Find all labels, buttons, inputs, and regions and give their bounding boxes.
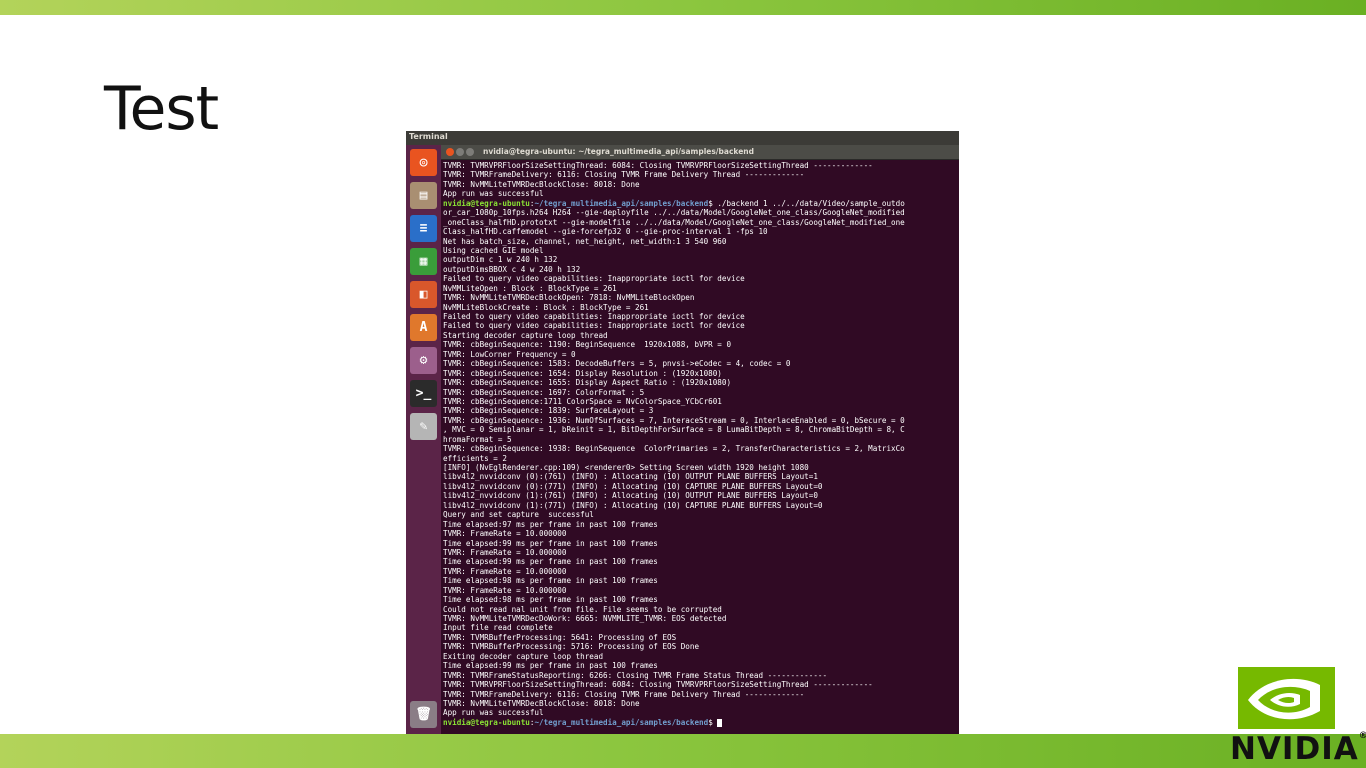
maximize-icon[interactable] — [466, 148, 474, 156]
terminal-line: _oneClass_halfHD.prototxt --gie-modelfil… — [443, 217, 905, 227]
terminal-line: TVMR: TVMRBufferProcessing: 5716: Proces… — [443, 642, 700, 652]
terminal-line: libv4l2_nvvidconv (0):(761) (INFO) : All… — [443, 472, 818, 482]
unity-launcher: ◎ ▤ ≡ ▦ ◧ A ⚙ >_ ✎ 🗑 — [406, 145, 441, 734]
terminal-line: TVMR: NvMMLiteTVMRDecBlockClose: 8018: D… — [443, 698, 640, 708]
terminal-line: NvMMLiteOpen : Block : BlockType = 261 — [443, 283, 617, 293]
terminal-line: TVMR: TVMRFrameDelivery: 6116: Closing T… — [443, 170, 805, 180]
terminal-line: Net has batch_size, channel, net_height,… — [443, 236, 727, 246]
terminal-line: App run was successful — [443, 189, 544, 199]
terminal-line: Query and set capture successful — [443, 510, 594, 520]
terminal-line: [INFO] (NvEglRenderer.cpp:109) <renderer… — [443, 463, 809, 472]
bottom-accent-bar — [0, 734, 1366, 768]
terminal-line: TVMR: cbBeginSequence: 1936: NumOfSurfac… — [443, 415, 905, 425]
files-icon[interactable]: ▤ — [410, 182, 437, 209]
terminal-line: Starting decoder capture loop thread — [443, 330, 608, 340]
impress-icon[interactable]: ◧ — [410, 281, 437, 308]
terminal-line: Could not read nal unit from file. File … — [443, 604, 722, 614]
terminal-line: libv4l2_nvvidconv (1):(771) (INFO) : All… — [443, 500, 823, 510]
terminal-line: TVMR: cbBeginSequence: 1938: BeginSequen… — [443, 444, 905, 454]
prompt-path: ~/tegra_multimedia_api/samples/backend — [534, 198, 709, 208]
prompt-user: nvidia@tegra-ubuntu — [443, 717, 530, 727]
trash-icon[interactable]: 🗑 — [410, 701, 437, 728]
terminal-line: Failed to query video capabilities: Inap… — [443, 312, 745, 321]
prompt-user: nvidia@tegra-ubuntu — [443, 198, 530, 208]
terminal-window[interactable]: nvidia@tegra-ubuntu: ~/tegra_multimedia_… — [441, 145, 959, 734]
terminal-line: TVMR: FrameRate = 10.000000 — [443, 566, 567, 576]
terminal-line: TVMR: TVMRBufferProcessing: 5641: Proces… — [443, 632, 677, 642]
close-icon[interactable] — [446, 148, 454, 156]
terminal-window-title: nvidia@tegra-ubuntu: ~/tegra_multimedia_… — [483, 147, 755, 156]
terminal-line: Time elapsed:99 ms per frame in past 100… — [443, 557, 658, 567]
calc-icon[interactable]: ▦ — [410, 248, 437, 275]
terminal-line: Time elapsed:99 ms per frame in past 100… — [443, 538, 658, 548]
terminal-line: TVMR: cbBeginSequence: 1654: Display Res… — [443, 368, 722, 378]
terminal-line: TVMR: TVMRVPRFloorSizeSettingThread: 608… — [443, 680, 873, 690]
terminal-line: , MVC = 0 Semiplanar = 1, bReinit = 1, B… — [443, 425, 905, 435]
terminal-line: App run was successful — [443, 708, 544, 718]
terminal-line: Time elapsed:99 ms per frame in past 100… — [443, 661, 658, 671]
terminal-line: TVMR: FrameRate = 10.000000 — [443, 585, 567, 595]
terminal-line: Failed to query video capabilities: Inap… — [443, 321, 745, 331]
terminal-line: Class_halfHD.caffemodel --gie-forcefp32 … — [443, 227, 768, 237]
terminal-output[interactable]: TVMR: TVMRVPRFloorSizeSettingThread: 608… — [443, 161, 957, 733]
terminal-line: nvidia@tegra-ubuntu:~/tegra_multimedia_a… — [443, 199, 957, 208]
terminal-line: outputDimsBBOX c 4 w 240 h 132 — [443, 264, 581, 274]
terminal-line: nvidia@tegra-ubuntu:~/tegra_multimedia_a… — [443, 718, 957, 727]
command-text: $ — [708, 717, 718, 727]
command-text: $ ./backend 1 ../../data/Video/sample_ou… — [708, 198, 905, 208]
terminal-line: TVMR: TVMRFrameStatusReporting: 6266: Cl… — [443, 670, 828, 680]
terminal-line: efficients = 2 — [443, 453, 508, 463]
terminal-line: Input file read complete — [443, 623, 553, 633]
terminal-line: TVMR: cbBeginSequence: 1190: BeginSequen… — [443, 340, 732, 350]
nvidia-wordmark: NVIDIA® — [1230, 731, 1366, 767]
system-settings-icon[interactable]: ⚙ — [410, 347, 437, 374]
terminal-line: libv4l2_nvvidconv (0):(771) (INFO) : All… — [443, 481, 823, 491]
terminal-line: TVMR: TVMRVPRFloorSizeSettingThread: 608… — [443, 161, 873, 170]
terminal-line: TVMR: cbBeginSequence: 1839: SurfaceLayo… — [443, 406, 654, 416]
terminal-line: or_car_1080p_10fps.h264 H264 --gie-deplo… — [443, 208, 905, 218]
software-center-icon[interactable]: A — [410, 314, 437, 341]
terminal-line: TVMR: cbBeginSequence: 1583: DecodeBuffe… — [443, 359, 791, 369]
terminal-line: TVMR: LowCorner Frequency = 0 — [443, 349, 576, 359]
terminal-line: outputDim c 1 w 240 h 132 — [443, 255, 558, 265]
terminal-icon[interactable]: >_ — [410, 380, 437, 407]
terminal-line: TVMR: TVMRFrameDelivery: 6116: Closing T… — [443, 689, 805, 699]
terminal-line: TVMR: cbBeginSequence:1711 ColorSpace = … — [443, 396, 722, 406]
terminal-titlebar[interactable]: nvidia@tegra-ubuntu: ~/tegra_multimedia_… — [441, 145, 959, 160]
text-editor-icon[interactable]: ✎ — [410, 413, 437, 440]
nvidia-logo: NVIDIA® — [1230, 667, 1366, 768]
slide-title: Test — [104, 74, 219, 144]
terminal-line: TVMR: cbBeginSequence: 1697: ColorFormat… — [443, 387, 645, 397]
terminal-line: NvMMLiteBlockCreate : Block : BlockType … — [443, 302, 649, 312]
terminal-line: Using cached GIE model — [443, 245, 544, 255]
terminal-line: hromaFormat = 5 — [443, 434, 512, 444]
ubuntu-dash-icon[interactable]: ◎ — [410, 149, 437, 176]
writer-icon[interactable]: ≡ — [410, 215, 437, 242]
minimize-icon[interactable] — [456, 148, 464, 156]
terminal-line: TVMR: NvMMLiteTVMRDecBlockClose: 8018: D… — [443, 179, 640, 189]
terminal-line: libv4l2_nvvidconv (1):(761) (INFO) : All… — [443, 491, 818, 501]
terminal-line: TVMR: FrameRate = 10.000000 — [443, 547, 567, 557]
terminal-line: Time elapsed:98 ms per frame in past 100… — [443, 595, 658, 605]
nvidia-eye-icon — [1238, 667, 1335, 729]
top-accent-bar — [0, 0, 1366, 15]
prompt-path: ~/tegra_multimedia_api/samples/backend — [534, 717, 709, 727]
terminal-line: Exiting decoder capture loop thread — [443, 651, 604, 661]
terminal-line: TVMR: FrameRate = 10.000000 — [443, 529, 567, 539]
terminal-cursor — [717, 718, 723, 727]
terminal-line: Time elapsed:98 ms per frame in past 100… — [443, 576, 658, 586]
top-panel: Terminal — [406, 131, 959, 145]
ubuntu-desktop-screenshot: Terminal ◎ ▤ ≡ ▦ ◧ A ⚙ >_ ✎ 🗑 nvidia@tegra-ubuntu… — [406, 131, 959, 734]
terminal-line: TVMR: NvMMLiteTVMRDecBlockOpen: 7818: Nv… — [443, 293, 695, 303]
terminal-line: TVMR: NvMMLiteTVMRDecDoWork: 6665: NVMML… — [443, 614, 727, 623]
terminal-line: Time elapsed:97 ms per frame in past 100… — [443, 519, 658, 529]
terminal-line: TVMR: cbBeginSequence: 1655: Display Asp… — [443, 378, 732, 388]
terminal-line: Failed to query video capabilities: Inap… — [443, 274, 745, 284]
panel-app-title: Terminal — [409, 132, 448, 141]
